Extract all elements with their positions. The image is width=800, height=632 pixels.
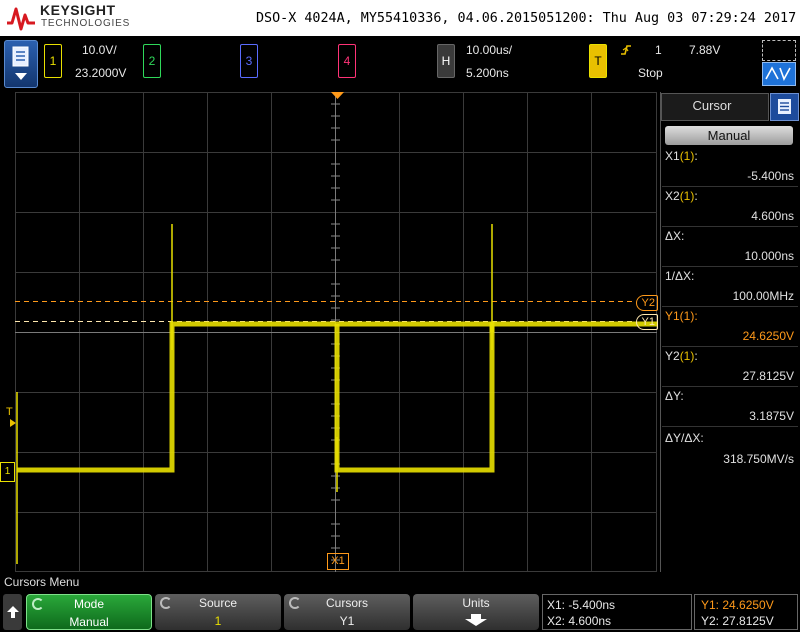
mode-softkey-title: Mode — [73, 597, 105, 611]
delta-y-label: ΔY: — [665, 389, 684, 403]
keysight-logo-icon — [7, 7, 35, 31]
menu-title: Cursors Menu — [4, 575, 80, 589]
channel-4-button[interactable]: 4 — [338, 44, 356, 78]
y2-label: Y2(1): — [665, 349, 698, 363]
source-softkey-title: Source — [198, 596, 238, 610]
panel-divider — [662, 346, 798, 347]
panel-divider — [662, 386, 798, 387]
cursors-softkey-value: Y1 — [339, 614, 355, 628]
y-cursor-readout: Y1: 24.6250V Y2: 27.8125V — [694, 594, 798, 630]
x1-value: -5.400ns — [747, 169, 794, 183]
y1-label: Y1(1): — [665, 309, 698, 323]
panel-divider — [662, 426, 798, 427]
source-softkey[interactable]: Source 1 — [155, 594, 281, 630]
slope-label: ΔY/ΔX: — [665, 431, 704, 445]
up-arrow-icon — [6, 606, 19, 618]
trigger-label: T — [594, 54, 602, 68]
y2-cursor-marker[interactable]: Y2 — [636, 295, 658, 311]
trigger-source: 1 — [655, 43, 662, 57]
brand-name: KEYSIGHT — [40, 2, 116, 18]
x1-label: X1(1): — [665, 149, 698, 163]
horizontal-label: H — [441, 54, 451, 68]
cursor-mode-button[interactable]: Manual — [665, 126, 793, 145]
delta-x-label: ΔX: — [665, 229, 685, 243]
waveform-display[interactable] — [15, 92, 657, 572]
main-menu-button[interactable] — [4, 40, 38, 88]
channel-4-number: 4 — [343, 54, 351, 68]
source-softkey-value: 1 — [214, 614, 222, 628]
x1-marker-label: X1 — [331, 555, 345, 567]
channel-3-button[interactable]: 3 — [240, 44, 258, 78]
y2-value: 27.8125V — [742, 369, 794, 383]
ground-marker-number: 1 — [4, 466, 11, 477]
inverse-delta-x-value: 100.00MHz — [732, 289, 794, 303]
list-icon — [778, 99, 791, 114]
horizontal-button[interactable]: H — [437, 44, 455, 78]
panel-menu-button[interactable] — [770, 93, 799, 121]
menu-title-bar — [0, 572, 800, 590]
zoom-box-icon[interactable] — [762, 40, 796, 61]
mode-softkey-value: Manual — [69, 615, 109, 629]
menu-icon — [12, 46, 29, 80]
panel-divider — [662, 306, 798, 307]
channel-bar — [0, 36, 800, 92]
trigger-button[interactable]: T — [589, 44, 607, 78]
delay-value: 5.200ns — [466, 66, 509, 80]
x2-readout: X2: 4.600ns — [547, 614, 612, 628]
trigger-level-marker: T — [6, 406, 13, 418]
y2-marker-label: Y2 — [641, 297, 655, 309]
trigger-arrow-icon — [10, 419, 16, 427]
channel-3-number: 3 — [245, 54, 253, 68]
channel-1-button[interactable]: 1 — [44, 44, 62, 78]
cursors-softkey-title: Cursors — [325, 596, 368, 610]
y1-cursor-marker[interactable]: Y1 — [636, 314, 658, 330]
panel-divider — [662, 266, 798, 267]
back-button[interactable] — [3, 594, 22, 630]
y1-marker-label: Y1 — [641, 316, 655, 328]
x1-readout: X1: -5.400ns — [547, 598, 616, 612]
trigger-position-icon — [331, 92, 344, 99]
triangle-wave-icon — [765, 66, 791, 81]
cursors-softkey[interactable]: Cursors Y1 — [284, 594, 410, 630]
brand-subtitle: TECHNOLOGIES — [41, 18, 131, 29]
channel-2-number: 2 — [148, 54, 156, 68]
inverse-delta-x-label: 1/ΔX: — [665, 269, 695, 283]
panel-divider — [662, 186, 798, 187]
delta-y-value: 3.1875V — [749, 409, 794, 423]
x-cursor-readout: X1: -5.400ns X2: 4.600ns — [542, 594, 692, 630]
rising-edge-icon — [621, 45, 631, 55]
slope-value: 318.750MV/s — [723, 452, 794, 466]
timebase-value: 10.00us/ — [466, 43, 513, 57]
x2-value: 4.600ns — [751, 209, 794, 223]
cursor-panel-title: Cursor — [692, 98, 732, 113]
panel-divider — [662, 226, 798, 227]
acquisition-status: Stop — [638, 66, 663, 80]
instrument-info: DSO-X 4024A, MY55410336, 04.06.201505120… — [256, 11, 797, 26]
units-softkey[interactable]: Units — [413, 594, 539, 630]
channel-1-number: 1 — [49, 54, 57, 68]
mode-softkey[interactable]: Mode Manual — [26, 594, 152, 630]
y2-readout: Y2: 27.8125V — [701, 614, 774, 628]
waveform-mode-button[interactable] — [762, 62, 796, 86]
y1-readout: Y1: 24.6250V — [701, 598, 774, 612]
units-softkey-title: Units — [462, 596, 490, 610]
trigger-level: 7.88V — [689, 43, 721, 57]
channel-2-button[interactable]: 2 — [143, 44, 161, 78]
channel-1-scale: 10.0V/ — [82, 43, 117, 57]
channel-1-offset: 23.2000V — [75, 66, 127, 80]
x2-label: X2(1): — [665, 189, 698, 203]
x1-cursor-marker[interactable]: X1 — [327, 553, 349, 570]
y1-value: 24.6250V — [742, 329, 794, 343]
delta-x-value: 10.000ns — [744, 249, 794, 263]
channel-1-ground-marker: 1 — [0, 462, 15, 482]
down-arrow-icon — [465, 614, 487, 626]
